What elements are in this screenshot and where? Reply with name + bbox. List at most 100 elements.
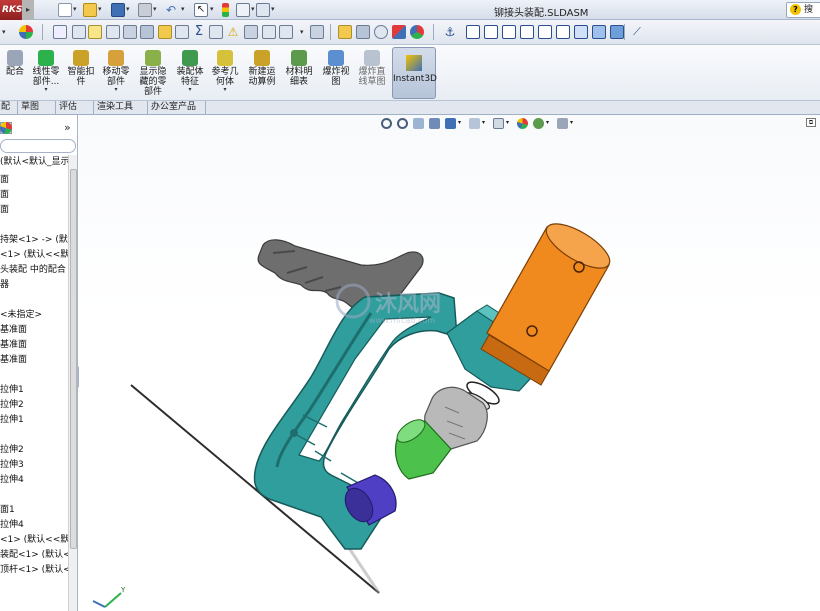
new-motion-study-button[interactable]: 新建运 动算例 — [244, 48, 280, 98]
color-icon[interactable] — [410, 25, 424, 39]
exploded-view-button[interactable]: 爆炸视 图 — [319, 48, 353, 98]
tree-item[interactable]: 装配<1> (默认<默 — [0, 550, 77, 561]
tree-item[interactable]: 拉伸4 — [0, 520, 24, 531]
tree-item[interactable]: 拉伸3 — [0, 460, 24, 471]
graphics-area[interactable]: ▾ ▾ ▾ ▾ ▾ ⧉ 沐风网 www.mfcad.com Y — [79, 115, 820, 611]
view-left-icon[interactable] — [502, 25, 516, 39]
dropdown-caret-icon[interactable]: ▾ — [30, 87, 62, 93]
move-icon[interactable] — [279, 25, 293, 39]
tab-office-products[interactable]: 办公室产品 — [148, 101, 206, 115]
tree-item[interactable]: 基准面 — [0, 355, 27, 366]
tab-assembly[interactable]: 配 — [0, 101, 18, 115]
rebuild-traffic-light-icon[interactable] — [222, 3, 229, 17]
mate-icon[interactable] — [356, 25, 370, 39]
save-dropdown-icon[interactable]: ▾ — [126, 5, 130, 13]
tree-item[interactable]: 基准面 — [0, 340, 27, 351]
linear-pattern-button[interactable]: 线性零 部件... ▾ — [30, 48, 62, 98]
undo-icon[interactable]: ↶ — [166, 3, 180, 17]
file-properties-icon[interactable] — [236, 3, 250, 17]
tree-item[interactable]: 拉伸4 — [0, 475, 24, 486]
file-properties-dropdown-icon[interactable]: ▾ — [251, 5, 255, 13]
tree-vertical-scrollbar[interactable] — [68, 155, 77, 611]
tab-sketch[interactable]: 草图 — [18, 101, 56, 115]
tree-item[interactable]: 面 — [0, 190, 9, 201]
options-dropdown-icon[interactable]: ▾ — [271, 5, 275, 13]
open-folder-icon[interactable] — [83, 3, 97, 17]
interference-icon[interactable] — [209, 25, 223, 39]
tab-evaluate[interactable]: 评估 — [56, 101, 94, 115]
tree-item[interactable]: 面 — [0, 205, 9, 216]
view-top-icon[interactable] — [538, 25, 552, 39]
tree-item[interactable]: 基准面 — [0, 325, 27, 336]
tree-item[interactable]: <1> (默认<<默认 — [0, 535, 77, 546]
reference-geometry-button[interactable]: 参考几 何体 ▾ — [208, 48, 242, 98]
tree-root[interactable]: (默认<默认_显示 — [0, 157, 70, 168]
tree-scrollbar-thumb[interactable] — [70, 169, 77, 549]
tree-item[interactable]: <未指定> — [0, 310, 42, 321]
bill-of-materials-button[interactable]: 材料明 细表 — [283, 48, 315, 98]
note-icon[interactable] — [88, 25, 102, 39]
orange-cylinder[interactable] — [480, 215, 616, 386]
red-blue-component-icon[interactable] — [392, 25, 406, 39]
toolbar-dropdown-icon[interactable]: ▾ — [2, 28, 6, 36]
appearance-icon[interactable] — [19, 25, 33, 39]
explode-line-sketch-button[interactable]: 爆炸直 线草图 — [354, 48, 390, 98]
tree-item[interactable]: 拉伸2 — [0, 400, 24, 411]
open-dropdown-icon[interactable]: ▾ — [98, 5, 102, 13]
dropdown-caret-icon[interactable]: ▾ — [173, 87, 207, 93]
mate-button[interactable]: 配合 — [2, 48, 28, 98]
select-dropdown-icon[interactable]: ▾ — [210, 5, 214, 13]
dropdown-caret-icon[interactable]: ▾ — [208, 87, 242, 93]
move-component-button[interactable]: 移动零 部件 ▾ — [99, 48, 133, 98]
view-right-icon[interactable] — [520, 25, 534, 39]
view-back-icon[interactable] — [484, 25, 498, 39]
sum-icon[interactable]: Σ — [192, 25, 206, 39]
tree-filter-field[interactable] — [0, 139, 76, 153]
anchor-icon[interactable]: ⚓ — [443, 25, 457, 39]
view-dimetric-icon[interactable] — [610, 25, 624, 39]
view-front-icon[interactable] — [466, 25, 480, 39]
mass-properties-icon[interactable] — [140, 25, 154, 39]
panel-expand-icon[interactable]: » — [64, 121, 71, 134]
measure-icon[interactable] — [123, 25, 137, 39]
tree-item[interactable]: <1> (默认<<默 — [0, 250, 69, 261]
tree-item[interactable]: 面 — [0, 175, 9, 186]
tree-item[interactable]: 持架<1> -> (默 — [0, 235, 68, 246]
instant3d-button[interactable]: Instant3D — [392, 47, 437, 99]
undo-dropdown-icon[interactable]: ▾ — [181, 5, 185, 13]
view-trimetric-icon[interactable] — [592, 25, 606, 39]
balloon-icon[interactable] — [106, 25, 120, 39]
circle-check-icon[interactable] — [374, 25, 388, 39]
hole-align-icon[interactable] — [262, 25, 276, 39]
move-dropdown-icon[interactable]: ▾ — [300, 28, 304, 36]
select-arrow-icon[interactable]: ↖ — [194, 3, 208, 17]
tree-item[interactable]: 头装配 中的配合 — [0, 265, 66, 276]
dropdown-caret-icon[interactable]: ▾ — [99, 87, 133, 93]
export-icon[interactable] — [310, 25, 324, 39]
equations-icon[interactable] — [175, 25, 189, 39]
normal-to-icon[interactable]: ⟋ — [630, 25, 644, 39]
tree-item[interactable]: 面1 — [0, 505, 15, 516]
app-menu-arrow-icon[interactable]: ▸ — [22, 0, 34, 20]
tree-item[interactable]: 器 — [0, 280, 9, 291]
show-hidden-components-button[interactable]: 显示隐 藏的零 部件 — [135, 48, 171, 98]
view-isometric-icon[interactable] — [574, 25, 588, 39]
tab-render-tools[interactable]: 渲染工具 — [94, 101, 148, 115]
check-icon[interactable] — [158, 25, 172, 39]
print-icon[interactable] — [138, 3, 152, 17]
display-manager-tab-icon[interactable] — [0, 122, 12, 134]
tree-item[interactable]: 拉伸2 — [0, 445, 24, 456]
section-view-icon[interactable] — [244, 25, 258, 39]
tree-item[interactable]: 拉伸1 — [0, 385, 24, 396]
smart-fasteners-button[interactable]: 智能扣 件 — [64, 48, 98, 98]
smart-dimension-icon[interactable] — [72, 25, 86, 39]
spelling-icon[interactable] — [53, 25, 67, 39]
help-search-box[interactable]: ? 搜 — [786, 2, 820, 18]
lock-icon[interactable] — [338, 25, 352, 39]
options-icon[interactable] — [256, 3, 270, 17]
warning-icon[interactable]: ⚠ — [226, 25, 240, 39]
print-dropdown-icon[interactable]: ▾ — [153, 5, 157, 13]
tree-item[interactable]: 顶杆<1> (默认<< — [0, 565, 77, 576]
save-icon[interactable] — [111, 3, 125, 17]
assembly-features-button[interactable]: 装配体 特征 ▾ — [173, 48, 207, 98]
